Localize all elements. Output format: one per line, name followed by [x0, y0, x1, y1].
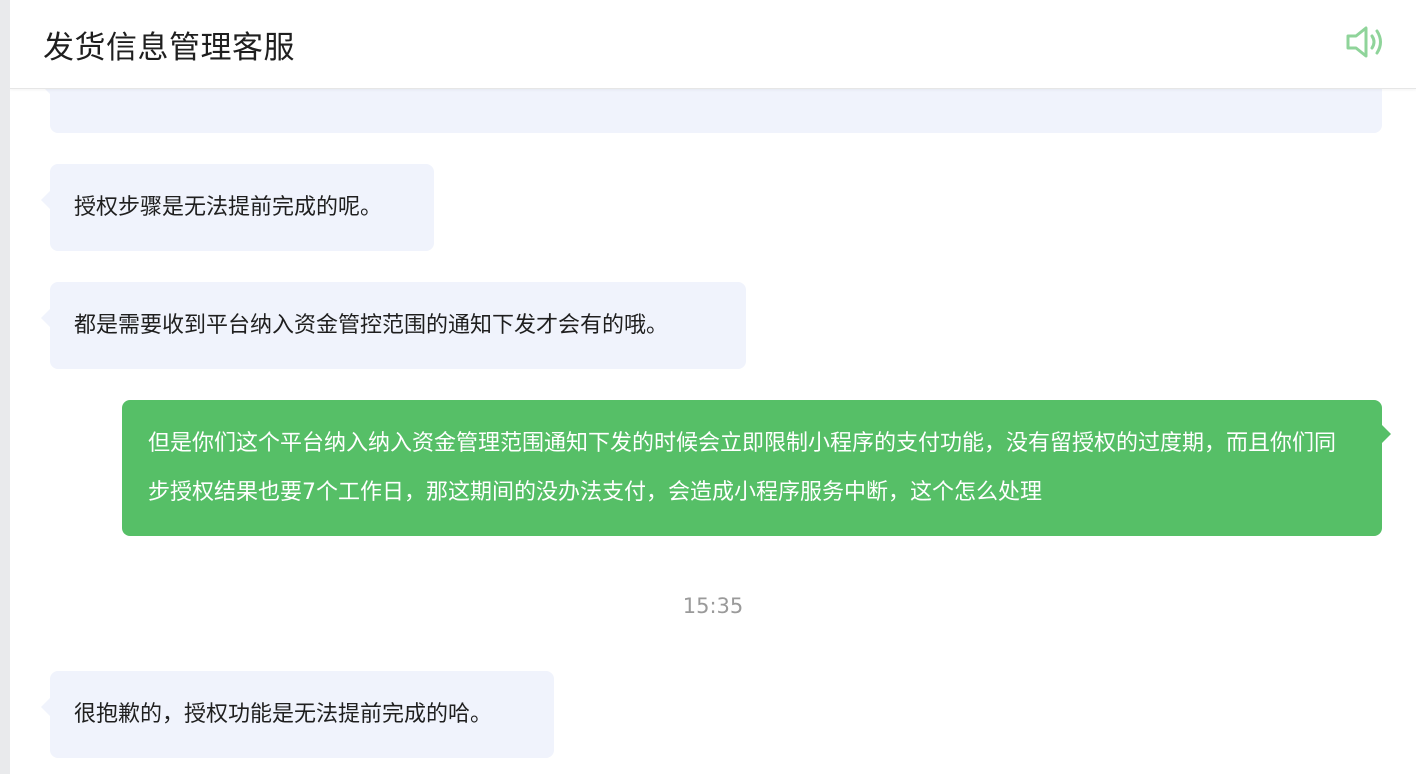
message-bubble-incoming: 授权步骤是无法提前完成的呢。: [41, 164, 434, 251]
message-list[interactable]: 看看那个文档或者实时咨询客服就可以了 授权步骤是无法提前完成的呢。 都是需要收到…: [10, 49, 1416, 774]
message-text: 授权步骤是无法提前完成的呢。: [74, 195, 383, 220]
message-text: 但是你们这个平台纳入纳入资金管理范围通知下发的时候会立即限制小程序的支付功能，没…: [148, 431, 1337, 505]
message-text: 都是需要收到平台纳入资金管控范围的通知下发才会有的哦。: [74, 313, 669, 338]
message-bubble-outgoing: 但是你们这个平台纳入纳入资金管理范围通知下发的时候会立即限制小程序的支付功能，没…: [122, 400, 1391, 536]
speaker-icon[interactable]: [1344, 24, 1388, 60]
chat-window: 发货信息管理客服 看看那个文档或者实时咨询客服就可以了 授权步骤是无法提前完成的…: [10, 0, 1416, 774]
message-bubble-incoming: 很抱歉的，授权功能是无法提前完成的哈。: [41, 671, 554, 758]
chat-header: 发货信息管理客服: [10, 0, 1416, 89]
page-title: 发货信息管理客服: [43, 30, 295, 66]
message-timestamp: 15:35: [682, 594, 744, 618]
message-text: 很抱歉的，授权功能是无法提前完成的哈。: [74, 702, 493, 727]
message-bubble-incoming: 都是需要收到平台纳入资金管控范围的通知下发才会有的哦。: [41, 282, 746, 369]
